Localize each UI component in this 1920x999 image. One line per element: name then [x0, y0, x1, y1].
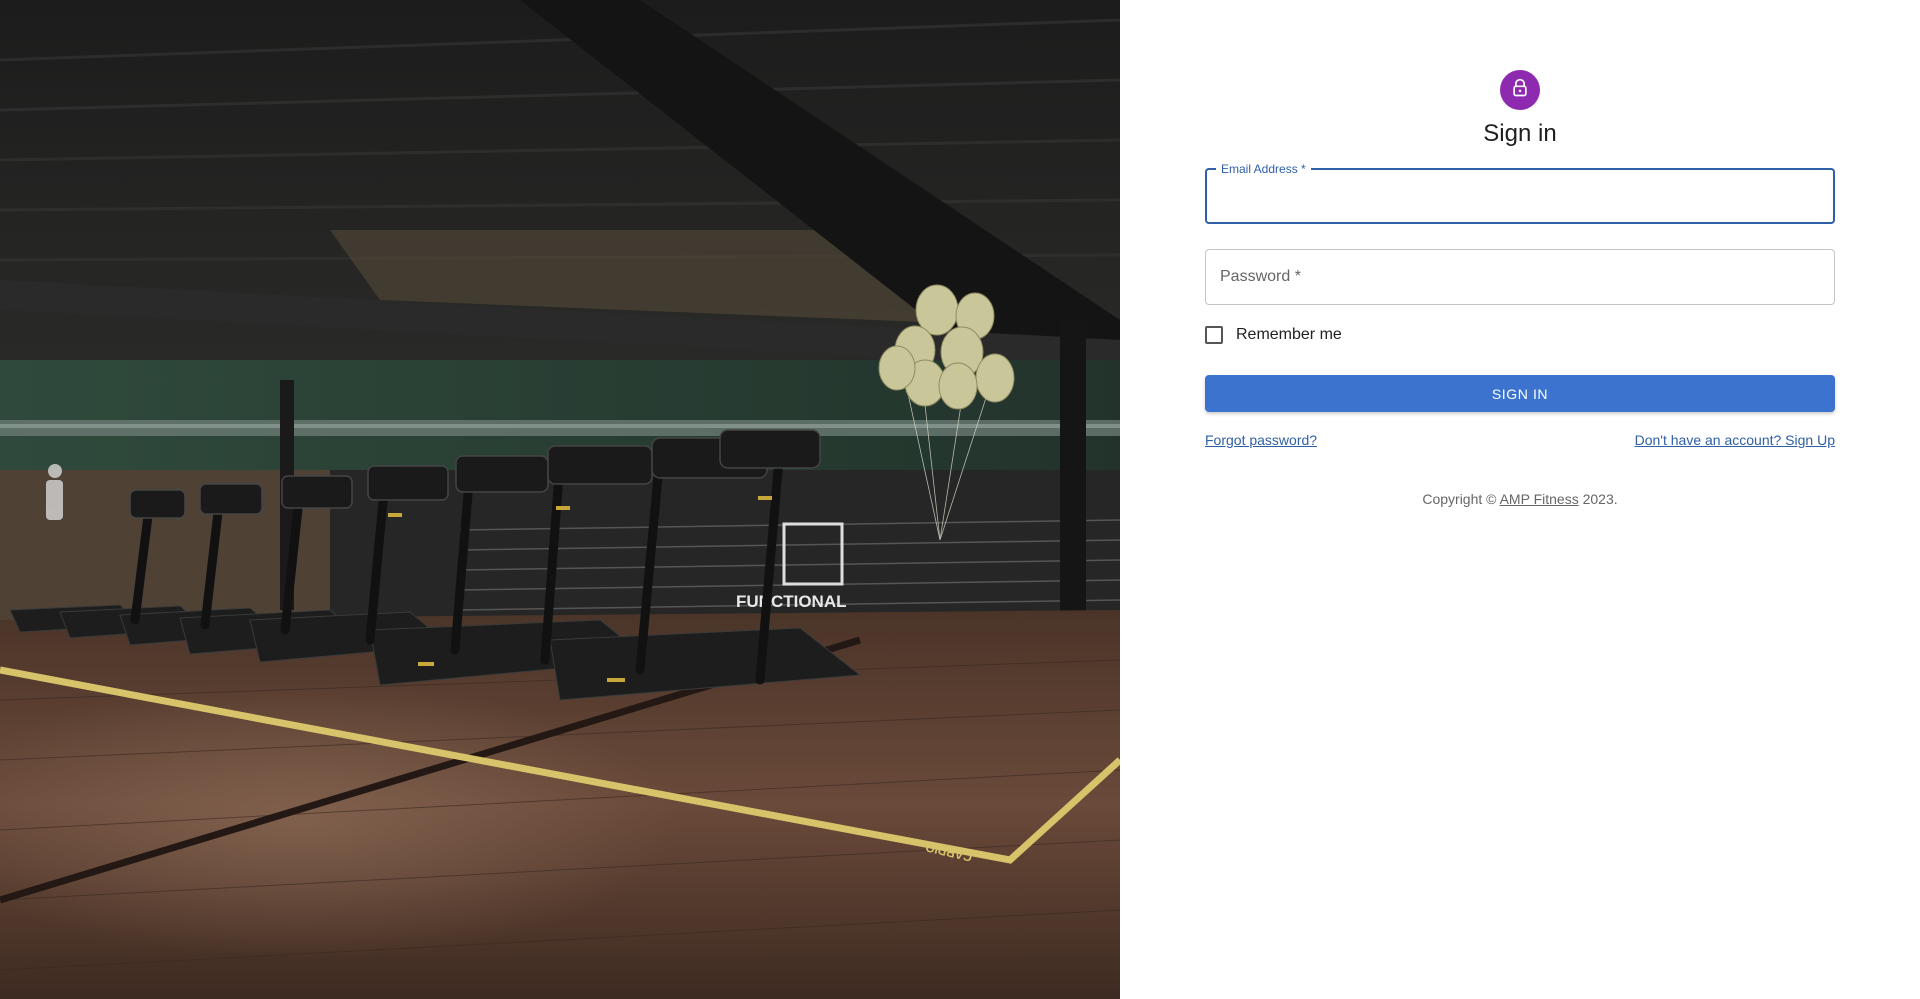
email-input[interactable] [1207, 170, 1833, 222]
password-input[interactable] [1206, 250, 1834, 304]
remember-me[interactable]: Remember me [1205, 323, 1835, 347]
auth-links: Forgot password? Don't have an account? … [1205, 432, 1835, 448]
hero-image: FUNCTIONAL CARDIO [0, 0, 1120, 999]
company-link[interactable]: AMP Fitness [1500, 491, 1579, 507]
email-label: Email Address * [1216, 162, 1311, 176]
lock-icon [1510, 78, 1530, 103]
remember-label: Remember me [1236, 326, 1342, 343]
signin-panel: Sign in Email Address * Password * Remem… [1120, 0, 1920, 999]
signin-form: Sign in Email Address * Password * Remem… [1205, 70, 1835, 507]
copyright-suffix: 2023. [1578, 491, 1618, 507]
hero-wall-text: FUNCTIONAL [736, 592, 846, 611]
forgot-password-link[interactable]: Forgot password? [1205, 432, 1317, 448]
sign-up-link[interactable]: Don't have an account? Sign Up [1635, 432, 1835, 448]
signin-page: FUNCTIONAL CARDIO Sign in Email Address … [0, 0, 1920, 999]
page-title: Sign in [1483, 120, 1557, 147]
copyright-prefix: Copyright © [1422, 491, 1500, 507]
sign-in-button[interactable]: SIGN IN [1205, 375, 1835, 412]
email-field[interactable]: Email Address * [1205, 162, 1835, 224]
password-field[interactable]: Password * [1205, 249, 1835, 305]
remember-checkbox[interactable] [1205, 326, 1223, 344]
gym-photo: FUNCTIONAL CARDIO [0, 0, 1120, 999]
avatar [1500, 70, 1540, 110]
copyright: Copyright © AMP Fitness 2023. [1205, 491, 1835, 507]
